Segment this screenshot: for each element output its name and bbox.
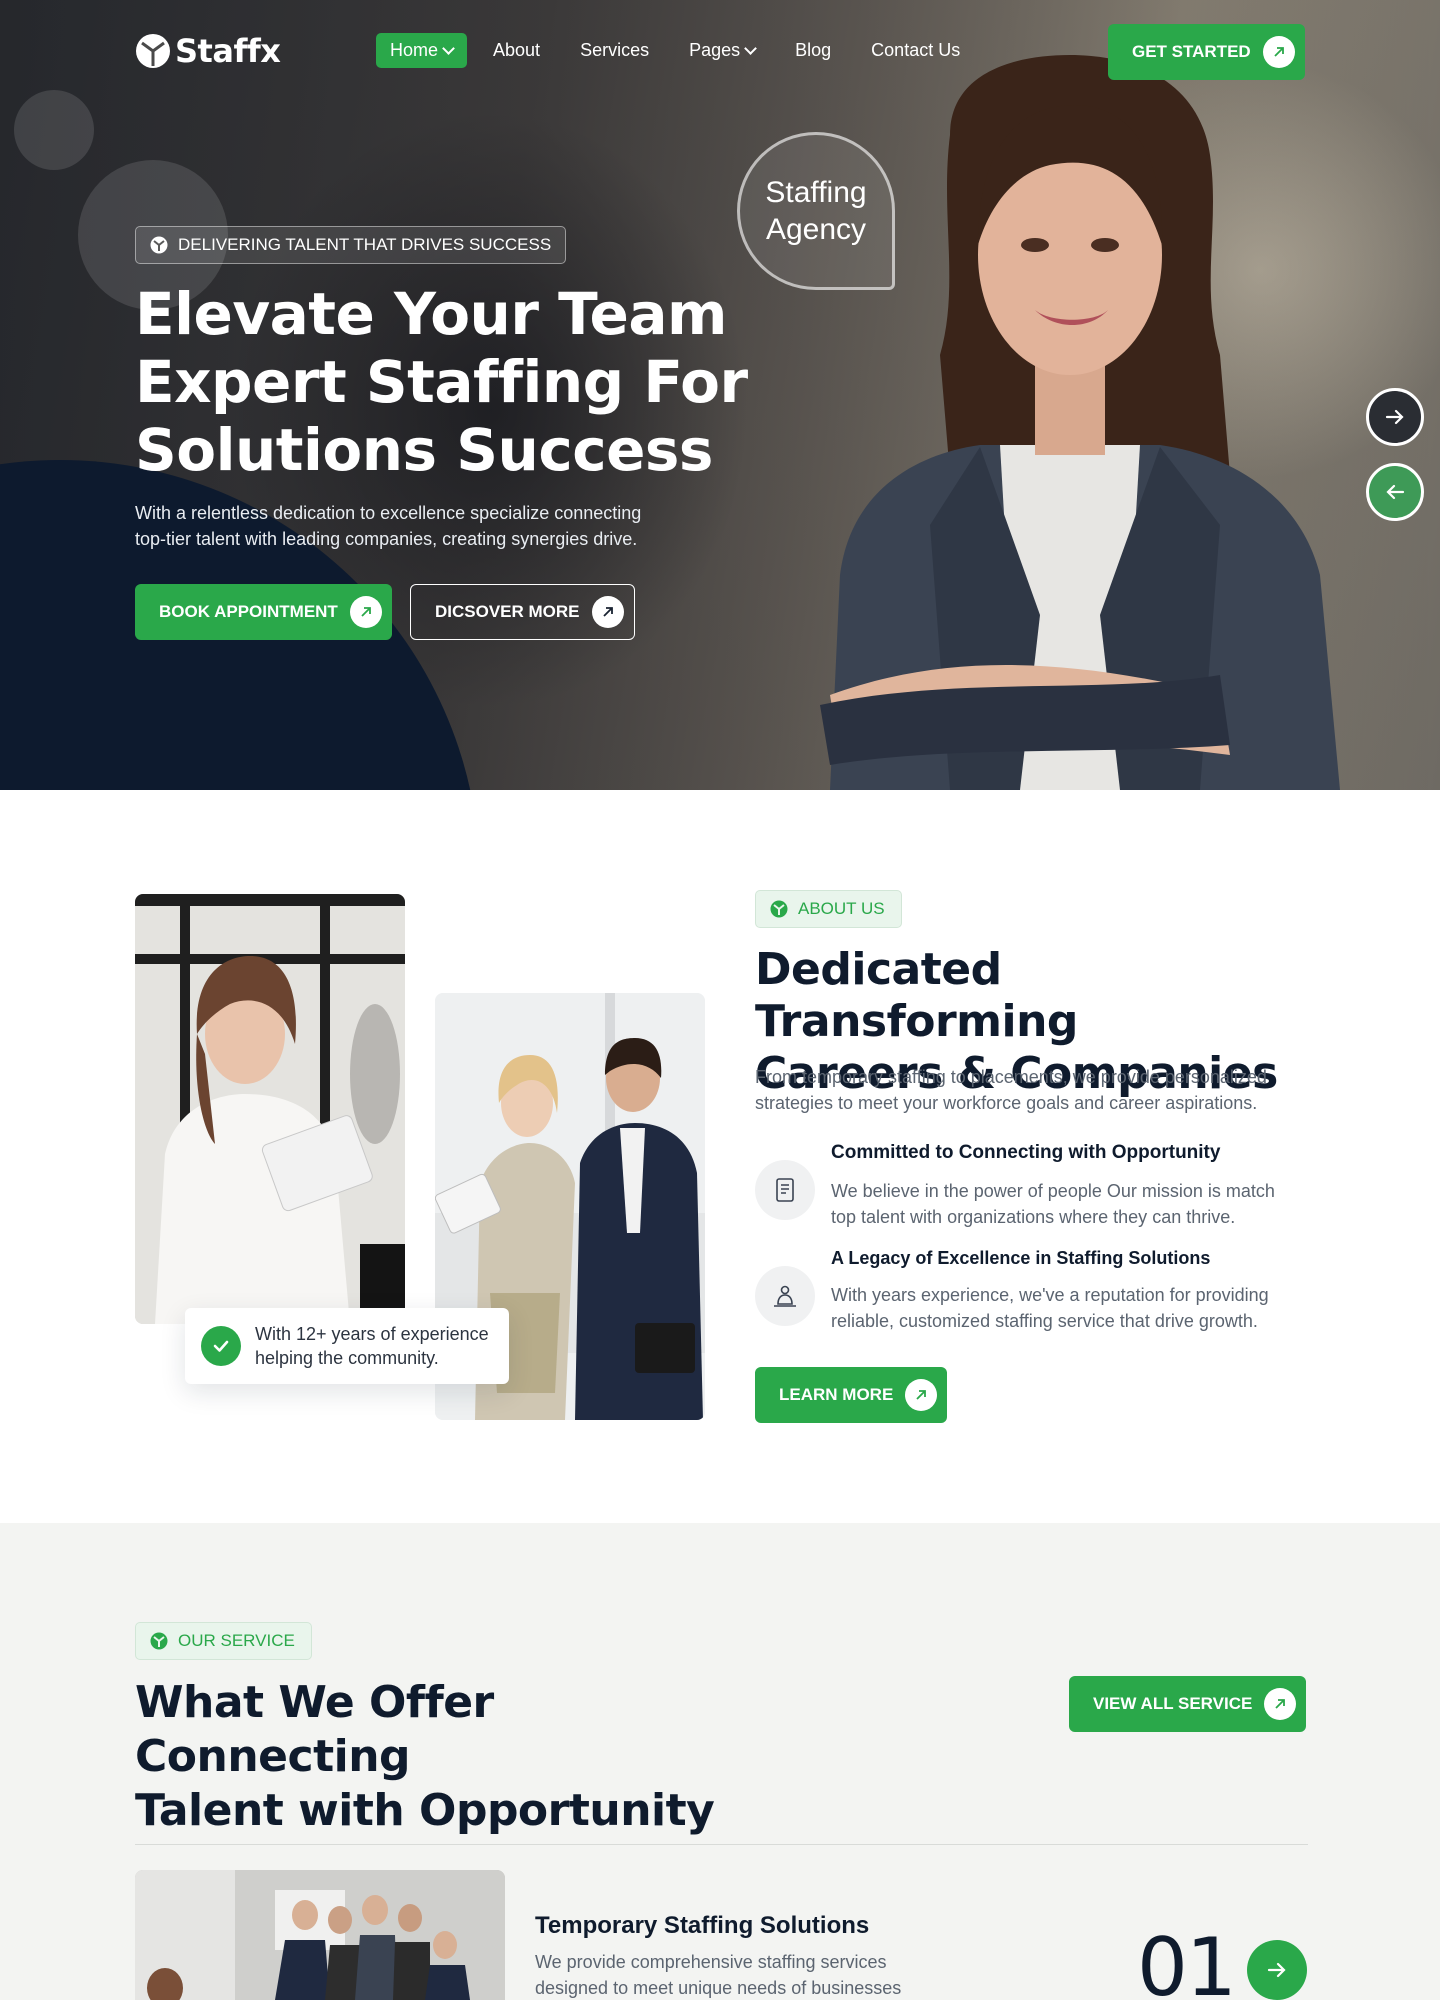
service-number: 01	[1137, 1921, 1237, 2000]
nav-item-blog[interactable]: Blog	[781, 33, 845, 68]
arrow-left-icon	[1386, 484, 1405, 500]
nav-item-home[interactable]: Home	[376, 33, 468, 68]
services-section: OUR SERVICE What We Offer Connecting Tal…	[0, 1523, 1440, 2000]
nav-item-services[interactable]: Services	[566, 33, 663, 68]
discover-more-button[interactable]: DICSOVER MORE	[410, 584, 635, 640]
about-us-badge: ABOUT US	[755, 890, 902, 928]
feature-title: A Legacy of Excellence in Staffing Solut…	[831, 1248, 1211, 1268]
arrow-right-icon	[1385, 409, 1404, 425]
about-description: From temporary staffing to placements, w…	[755, 1067, 1267, 1113]
divider	[135, 1844, 1308, 1845]
hero-tagline-text: DELIVERING TALENT THAT DRIVES SUCCESS	[178, 235, 552, 254]
experience-card: With 12+ years of experience helping the…	[185, 1308, 509, 1384]
get-started-button[interactable]: GET STARTED	[1108, 24, 1305, 80]
check-icon	[201, 1326, 241, 1366]
book-appointment-button[interactable]: BOOK APPOINTMENT	[135, 584, 392, 640]
arrow-up-right-icon	[1262, 36, 1295, 68]
top-navigation: Staffx Home About Services Pages Blog Co…	[0, 0, 1440, 104]
hero-title: Elevate Your Team Expert Staffing For So…	[135, 280, 748, 484]
arrow-up-right-icon	[349, 596, 382, 628]
service-photo-team	[135, 1870, 505, 2000]
our-service-badge: OUR SERVICE	[135, 1622, 312, 1660]
document-icon	[755, 1160, 815, 1220]
hero-tagline-badge: DELIVERING TALENT THAT DRIVES SUCCESS	[135, 226, 567, 264]
feature-item: A Legacy of Excellence in Staffing Solut…	[755, 1246, 1315, 1336]
slider-next-button[interactable]	[1366, 388, 1424, 446]
nav-item-contact[interactable]: Contact Us	[857, 33, 974, 68]
brand-mark-icon	[150, 236, 168, 254]
staffing-agency-bubble: Staffing Agency	[737, 132, 895, 290]
arrow-up-right-icon	[1264, 1688, 1297, 1720]
arrow-up-right-icon	[905, 1379, 938, 1411]
nav-item-about[interactable]: About	[479, 33, 554, 68]
hero-description: With a relentless dedication to excellen…	[135, 503, 642, 549]
arrow-right-icon	[1267, 1962, 1286, 1978]
brand-mark-icon	[770, 900, 788, 918]
arrow-up-right-icon	[591, 596, 624, 628]
feature-description: We believe in the power of people Our mi…	[831, 1181, 1275, 1227]
nav-item-pages[interactable]: Pages	[675, 33, 769, 68]
slider-prev-button[interactable]	[1366, 463, 1424, 521]
feature-title: Committed to Connecting with Opportunity	[831, 1142, 1221, 1163]
chevron-down-icon	[744, 41, 758, 55]
people-icon	[755, 1266, 815, 1326]
about-photo-woman-tablet	[135, 894, 405, 1324]
site-logo[interactable]: Staffx	[135, 32, 281, 70]
logo-text: Staffx	[175, 32, 281, 70]
feature-item: Committed to Connecting with Opportunity…	[755, 1140, 1315, 1230]
hero-section: Staffing Agency DELIVERING TALENT THAT DR…	[0, 0, 1440, 790]
service-arrow-button[interactable]	[1247, 1940, 1307, 2000]
chevron-down-icon	[442, 41, 455, 55]
service-name: Temporary Staffing Solutions	[535, 1912, 870, 1939]
feature-description: With years experience, we've a reputatio…	[831, 1285, 1269, 1331]
experience-text: With 12+ years of experience helping the…	[255, 1324, 489, 1368]
view-all-service-button[interactable]: VIEW ALL SERVICE	[1069, 1676, 1307, 1732]
logo-icon	[136, 34, 170, 68]
services-title: What We Offer Connecting Talent with Opp…	[135, 1677, 715, 1836]
main-menu: Home About Services Pages Blog Contact U…	[376, 33, 986, 68]
service-description: We provide comprehensive staffing servic…	[535, 1952, 902, 1998]
brand-mark-icon	[150, 1632, 168, 1650]
learn-more-button[interactable]: LEARN MORE	[755, 1367, 948, 1423]
